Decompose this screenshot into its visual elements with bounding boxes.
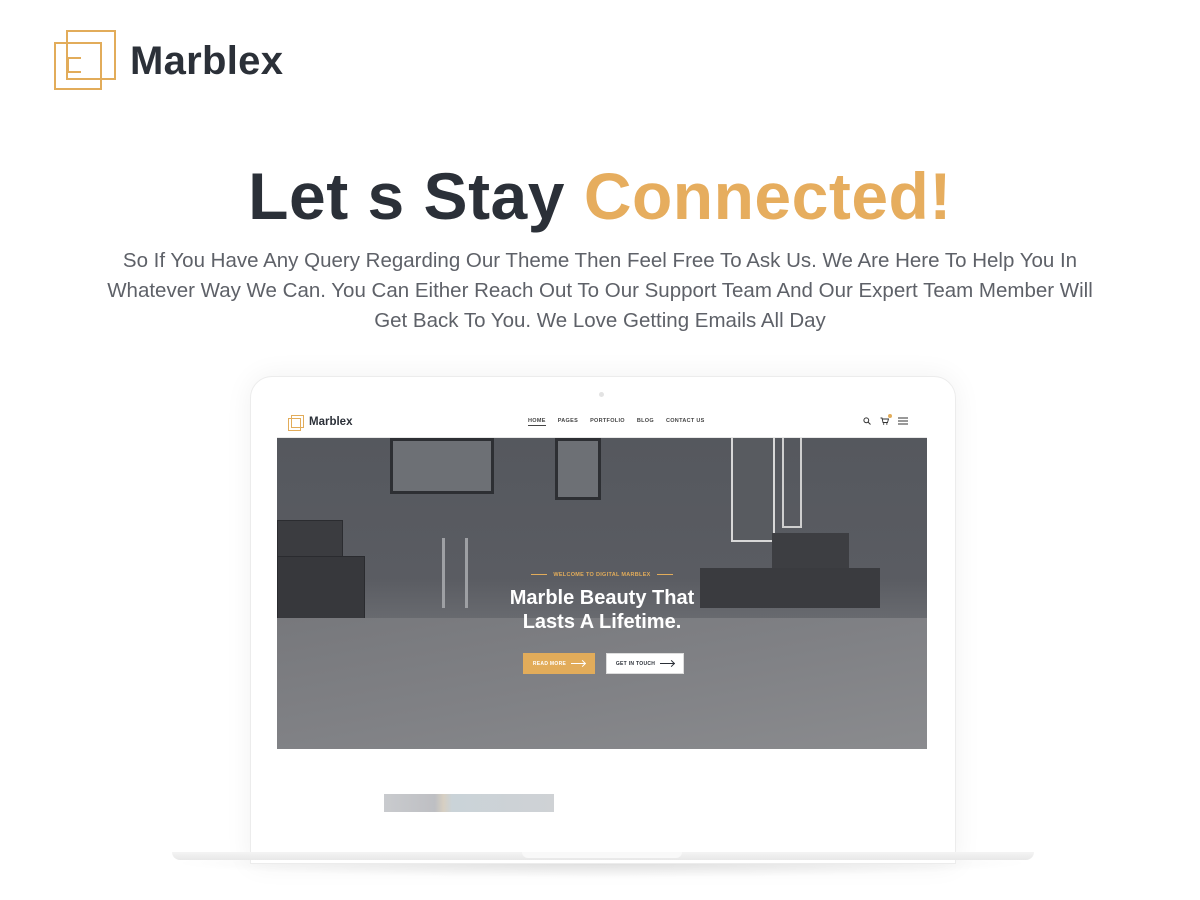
logo-squares-icon[interactable] (288, 415, 304, 431)
header-icons (863, 414, 908, 427)
hero-kicker-text: WELCOME TO DIGITAL MARBLEX (553, 572, 651, 578)
intro-paragraph: So If You Have Any Query Regarding Our T… (107, 249, 1093, 332)
hero-photo-counter (277, 618, 927, 749)
hero-photo-frame (390, 438, 494, 494)
menu-item-portfolio[interactable]: PORTFOLIO (590, 418, 625, 426)
menu-item-contact-us[interactable]: CONTACT US (666, 418, 705, 426)
arrow-right-icon (571, 663, 586, 664)
title-accent-part: Connected! (583, 159, 952, 233)
main-menu: HOME PAGES PORTFOLIO BLOG CONTACT US (528, 418, 705, 426)
site-header: Marblex HOME PAGES PORTFOLIO BLOG CONTAC… (277, 408, 927, 438)
hero-photo-mirror (782, 438, 802, 528)
page-title: Let s Stay Connected! (0, 158, 1200, 234)
hero-banner: WELCOME TO DIGITAL MARBLEX Marble Beauty… (277, 438, 927, 749)
hero-photo-box (772, 533, 849, 573)
hero-photo-mirror (731, 438, 775, 542)
camera-dot (599, 392, 604, 397)
website-preview: WELCOME TO DIGITAL MARBLEX Marble Beauty… (277, 408, 927, 749)
cart-icon[interactable] (880, 414, 892, 427)
read-more-label: READ MORE (532, 660, 567, 667)
hero-title: Marble Beauty That Lasts A Lifetime. (277, 586, 927, 634)
menu-item-pages[interactable]: PAGES (558, 418, 578, 426)
hamburger-menu-icon[interactable] (898, 417, 908, 427)
read-more-button[interactable]: READ MORE (523, 653, 595, 674)
brand-logo[interactable]: Marblex (54, 30, 283, 92)
hero-title-line: Marble Beauty That (509, 587, 695, 609)
menu-item-blog[interactable]: BLOG (637, 418, 654, 426)
laptop-base-notch (522, 852, 682, 858)
title-dark-part: Let s Stay (248, 159, 584, 233)
hero-photo-basket (277, 520, 343, 558)
get-in-touch-label: GET IN TOUCH (615, 660, 656, 667)
hero-kicker: WELCOME TO DIGITAL MARBLEX (277, 572, 927, 578)
site-logo-text[interactable]: Marblex (309, 416, 352, 428)
below-fold-image-strip (384, 794, 554, 812)
get-in-touch-button[interactable]: GET IN TOUCH (606, 653, 684, 674)
arrow-right-icon (660, 663, 675, 664)
menu-item-home[interactable]: HOME (528, 418, 546, 426)
logo-squares-icon (54, 30, 116, 92)
brand-name: Marblex (130, 38, 284, 83)
hero-title-line: Lasts A Lifetime. (522, 611, 682, 633)
cart-badge (888, 414, 892, 418)
search-icon[interactable] (863, 417, 871, 427)
hero-photo-frame (555, 438, 601, 500)
